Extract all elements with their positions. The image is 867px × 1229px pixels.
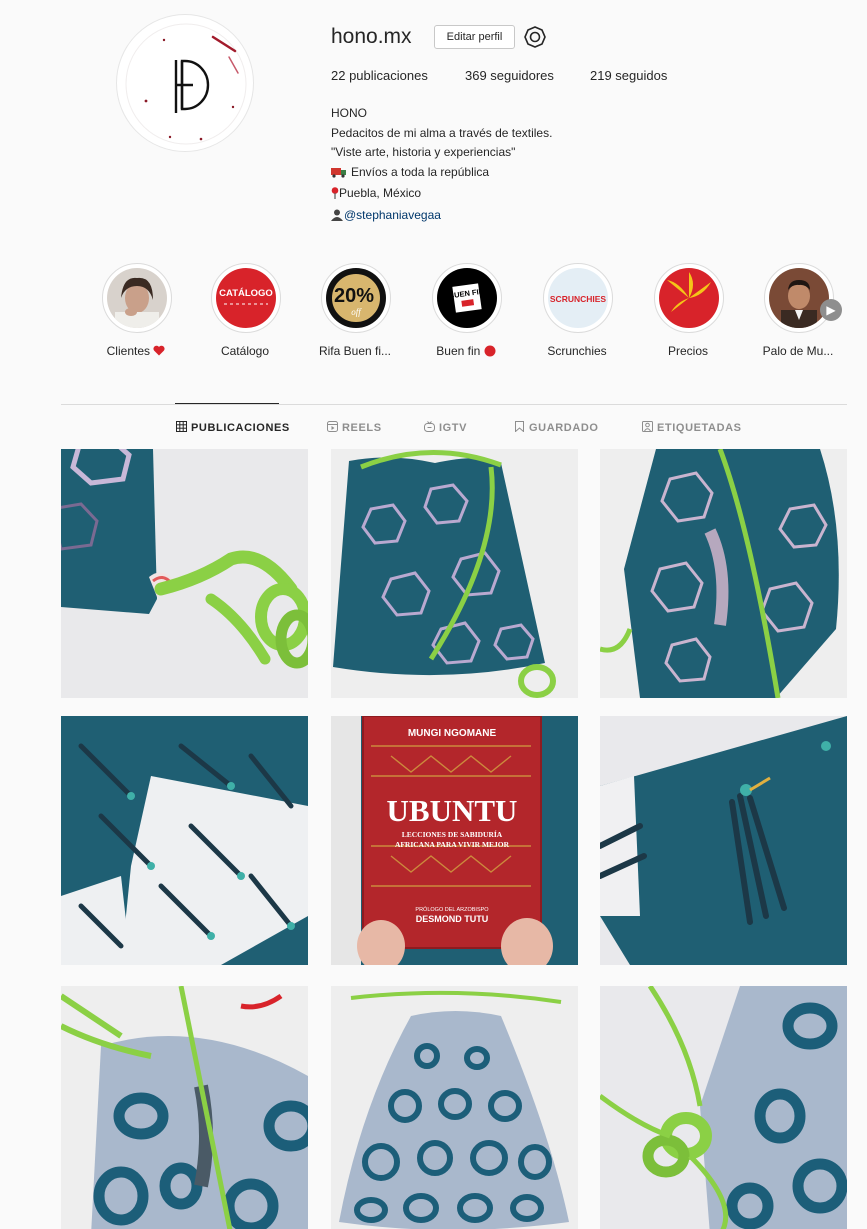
story-highlight[interactable]: BUEN FIN Buen fin xyxy=(421,263,511,363)
reels-icon xyxy=(327,421,338,432)
tab-igtv[interactable]: IGTV xyxy=(424,421,467,434)
post-thumbnail[interactable] xyxy=(331,449,578,698)
book-author: MUNGI NGOMANE xyxy=(408,728,497,739)
story-cover xyxy=(659,268,719,328)
posts-count: 22 publicaciones xyxy=(331,68,428,83)
story-cover: 20% off xyxy=(326,268,386,328)
round-pushpin-icon xyxy=(331,186,339,206)
story-label: Catálogo xyxy=(220,344,270,358)
story-cover-text: CATÁLOGO xyxy=(219,288,273,299)
book-prologue-author: DESMOND TUTU xyxy=(416,914,489,924)
book-title: UBUNTU xyxy=(387,793,518,828)
story-ring xyxy=(764,263,834,333)
tab-publicaciones[interactable]: PUBLICACIONES xyxy=(176,421,290,434)
story-highlight[interactable]: Clientes xyxy=(91,263,181,363)
story-highlight[interactable]: CATÁLOGO Catálogo xyxy=(200,263,290,363)
story-ring: 20% off xyxy=(321,263,391,333)
story-ring xyxy=(654,263,724,333)
tagged-icon xyxy=(642,421,653,432)
post-thumbnail[interactable]: MUNGI NGOMANE UBUNTU LECCIONES DE SABIDU… xyxy=(331,716,578,965)
edit-profile-button[interactable]: Editar perfil xyxy=(434,25,515,49)
tab-guardado[interactable]: GUARDADO xyxy=(514,421,599,434)
story-cover-subtext: off xyxy=(351,307,362,317)
bio-name: HONO xyxy=(331,106,367,120)
post-thumbnail[interactable] xyxy=(331,986,578,1229)
tab-reels[interactable]: REELS xyxy=(327,421,382,434)
bio-line-mention: @stephaniavegaa xyxy=(331,206,552,228)
igtv-icon xyxy=(424,421,435,432)
story-label: Precios xyxy=(667,344,708,358)
story-label: Clientes xyxy=(91,344,181,358)
followers-count[interactable]: 369 seguidores xyxy=(465,68,554,83)
bio-line-shipping: Envíos a toda la república xyxy=(331,163,552,185)
story-ring: SCRUNCHIES xyxy=(543,263,613,333)
post-thumbnail[interactable] xyxy=(600,449,847,698)
post-thumbnail[interactable] xyxy=(600,986,847,1229)
bio-line: Pedacitos de mi alma a través de textile… xyxy=(331,125,553,140)
story-label: Buen fin xyxy=(421,344,511,358)
story-highlight[interactable]: 20% off Rifa Buen fi... xyxy=(310,263,400,363)
post-thumbnail[interactable] xyxy=(61,716,308,965)
post-thumbnail[interactable] xyxy=(600,716,847,965)
red-circle-icon xyxy=(484,344,496,358)
following-count[interactable]: 219 seguidos xyxy=(590,68,667,83)
bio-line-location: Puebla, México xyxy=(331,184,552,206)
heart-icon xyxy=(153,344,165,358)
story-cover: CATÁLOGO xyxy=(216,268,276,328)
story-ring: BUEN FIN xyxy=(432,263,502,333)
post-thumbnail[interactable] xyxy=(61,986,308,1229)
mention-link[interactable]: @stephaniavegaa xyxy=(344,208,441,222)
tab-etiquetadas[interactable]: ETIQUETADAS xyxy=(642,421,742,434)
story-cover xyxy=(769,268,829,328)
story-ring: CATÁLOGO xyxy=(211,263,281,333)
story-label: Scrunchies xyxy=(547,344,607,358)
book-subtitle: AFRICANA PARA VIVIR MEJOR xyxy=(395,840,510,849)
story-highlight[interactable]: Precios xyxy=(643,263,733,363)
story-highlight[interactable]: SCRUNCHIES Scrunchies xyxy=(532,263,622,363)
story-label: Palo de Mu... xyxy=(762,344,834,358)
story-ring xyxy=(102,263,172,333)
profile-username: hono.mx xyxy=(331,25,412,48)
book-prologue: PRÓLOGO DEL ARZOBISPO xyxy=(415,906,489,913)
story-cover-text: SCRUNCHIES xyxy=(550,294,607,304)
delivery-truck-icon xyxy=(331,165,348,185)
tab-active-indicator xyxy=(175,403,279,404)
bio-line: Puebla, México xyxy=(339,186,422,200)
story-cover-text: 20% xyxy=(334,285,374,307)
story-label: Rifa Buen fi... xyxy=(318,344,392,358)
chevron-right-icon[interactable]: ▶ xyxy=(820,299,842,321)
bio-line: Envíos a toda la república xyxy=(351,164,490,179)
tabs-divider xyxy=(61,404,847,405)
post-thumbnail[interactable] xyxy=(61,449,308,698)
person-icon xyxy=(331,208,343,228)
story-cover: BUEN FIN xyxy=(437,268,497,328)
book-subtitle: LECCIONES DE SABIDURÍA xyxy=(402,829,503,839)
grid-icon xyxy=(176,421,187,432)
bio-line: "Viste arte, historia y experiencias" xyxy=(331,145,516,159)
bookmark-icon xyxy=(514,421,525,433)
gear-icon[interactable] xyxy=(523,25,547,49)
story-cover xyxy=(107,268,167,328)
profile-avatar[interactable] xyxy=(116,14,254,152)
story-cover: SCRUNCHIES xyxy=(548,268,608,328)
profile-bio: HONO Pedacitos de mi alma a través de te… xyxy=(331,104,552,227)
